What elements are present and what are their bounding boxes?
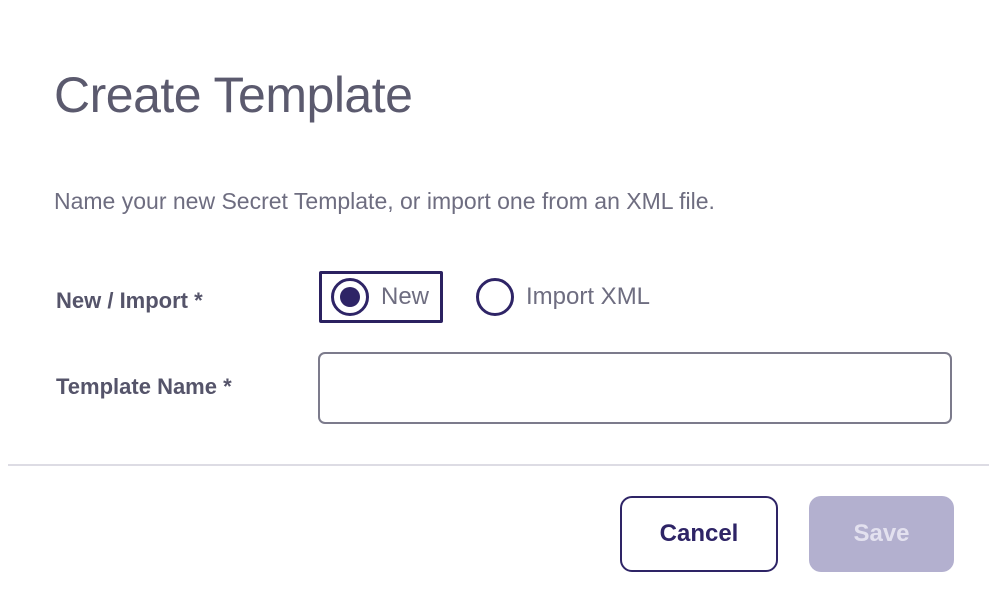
cancel-button[interactable]: Cancel [620, 496, 778, 572]
radio-import-xml-circle[interactable] [476, 278, 514, 316]
template-name-input[interactable] [318, 352, 952, 424]
radio-new-circle[interactable] [331, 278, 369, 316]
new-import-label: New / Import * [56, 288, 203, 313]
radio-new-label: New [381, 283, 430, 310]
dialog-subtitle: Name your new Secret Template, or import… [54, 188, 715, 214]
radio-import-xml-label: Import XML [526, 283, 651, 310]
create-template-dialog: Create Template Name your new Secret Tem… [0, 0, 989, 598]
template-name-label: Template Name * [56, 374, 232, 399]
radio-new[interactable]: New [319, 271, 443, 323]
save-button[interactable]: Save [809, 496, 954, 572]
dialog-title: Create Template [54, 67, 413, 123]
radio-selected-dot [340, 287, 360, 307]
radio-import-xml[interactable]: Import XML [476, 271, 650, 323]
footer-divider [8, 464, 989, 466]
